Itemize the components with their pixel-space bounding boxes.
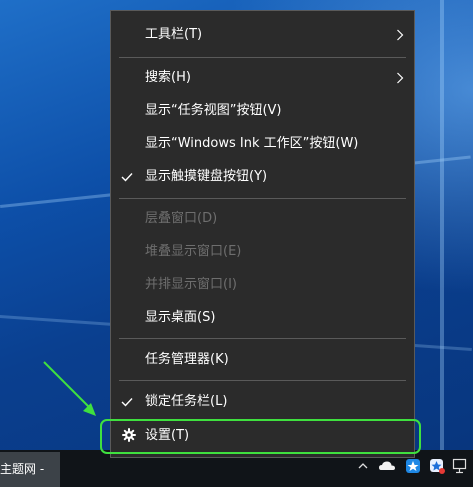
annotation-arrow-icon bbox=[43, 361, 96, 416]
